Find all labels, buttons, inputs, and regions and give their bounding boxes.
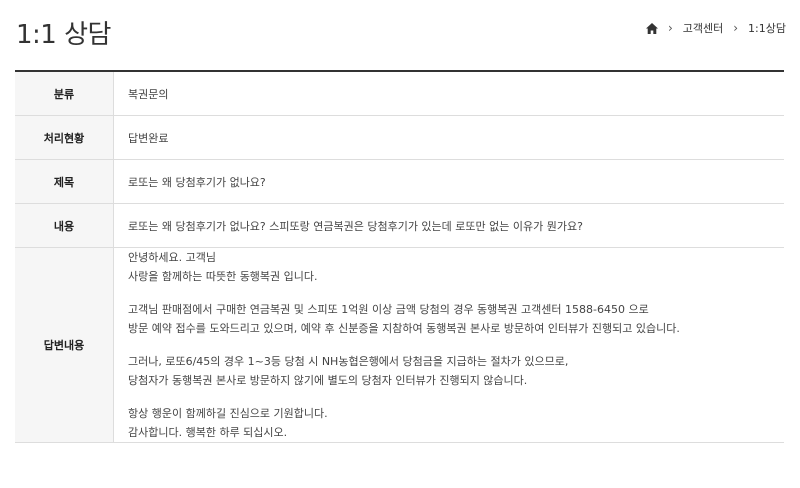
category-label: 분류 (15, 71, 114, 116)
content-label: 내용 (15, 203, 114, 248)
answer-line: 감사합니다. 행복한 하루 되십시오. (128, 426, 288, 439)
answer-body: 안녕하세요. 고객님 사랑을 함께하는 따뜻한 동행복권 입니다. 고객님 판매… (113, 247, 784, 443)
subject-label: 제목 (15, 159, 114, 204)
answer-line: 방문 예약 접수를 도와드리고 있으며, 예약 후 신분증을 지참하여 동행복권… (128, 322, 680, 335)
answer-paragraph: 고객님 판매점에서 구매한 연금복권 및 스피또 1억원 이상 금액 당첨의 경… (128, 300, 784, 338)
page-title: 1:1 상담 (16, 20, 111, 50)
breadcrumb-one-to-one[interactable]: 1:1상담 (748, 20, 786, 36)
chevron-right-icon: › (667, 21, 673, 35)
home-icon[interactable] (645, 22, 658, 34)
answer-label: 답변내용 (15, 247, 114, 443)
answer-line: 그러나, 로또6/45의 경우 1~3등 당첨 시 NH농협은행에서 당첨금을 … (128, 355, 569, 368)
subject-value: 로또는 왜 당첨후기가 없나요? (113, 159, 784, 204)
category-value: 복권문의 (113, 71, 784, 116)
table-row-content: 내용 로또는 왜 당첨후기가 없나요? 스피또랑 연금복권은 당첨후기가 있는데… (15, 203, 784, 248)
inquiry-detail-table: 분류 복권문의 처리현황 답변완료 제목 로또는 왜 당첨후기가 없나요? 내용… (15, 70, 784, 443)
chevron-right-icon: › (733, 21, 739, 35)
answer-line: 항상 행운이 함께하길 진심으로 기원합니다. (128, 407, 328, 420)
answer-line: 사랑을 함께하는 따뜻한 동행복권 입니다. (128, 270, 318, 283)
table-row-status: 처리현황 답변완료 (15, 115, 784, 160)
table-row-answer: 답변내용 안녕하세요. 고객님 사랑을 함께하는 따뜻한 동행복권 입니다. 고… (15, 247, 784, 443)
breadcrumb: › 고객센터 › 1:1상담 (645, 20, 786, 36)
answer-line: 당첨자가 동행복권 본사로 방문하지 않기에 별도의 당첨자 인터뷰가 진행되지… (128, 374, 528, 387)
table-row-category: 분류 복권문의 (15, 71, 784, 116)
answer-paragraph: 항상 행운이 함께하길 진심으로 기원합니다. 감사합니다. 행복한 하루 되십… (128, 404, 784, 442)
status-value: 답변완료 (113, 115, 784, 160)
answer-line: 안녕하세요. 고객님 (128, 251, 216, 264)
answer-paragraph: 그러나, 로또6/45의 경우 1~3등 당첨 시 NH농협은행에서 당첨금을 … (128, 352, 784, 390)
breadcrumb-customer-center[interactable]: 고객센터 (683, 20, 723, 36)
table-row-subject: 제목 로또는 왜 당첨후기가 없나요? (15, 159, 784, 204)
answer-paragraph: 안녕하세요. 고객님 사랑을 함께하는 따뜻한 동행복권 입니다. (128, 248, 784, 286)
content-value: 로또는 왜 당첨후기가 없나요? 스피또랑 연금복권은 당첨후기가 있는데 로또… (113, 203, 784, 248)
page-header: 1:1 상담 › 고객센터 › 1:1상담 (0, 0, 800, 70)
status-label: 처리현황 (15, 115, 114, 160)
answer-line: 고객님 판매점에서 구매한 연금복권 및 스피또 1억원 이상 금액 당첨의 경… (128, 303, 649, 316)
